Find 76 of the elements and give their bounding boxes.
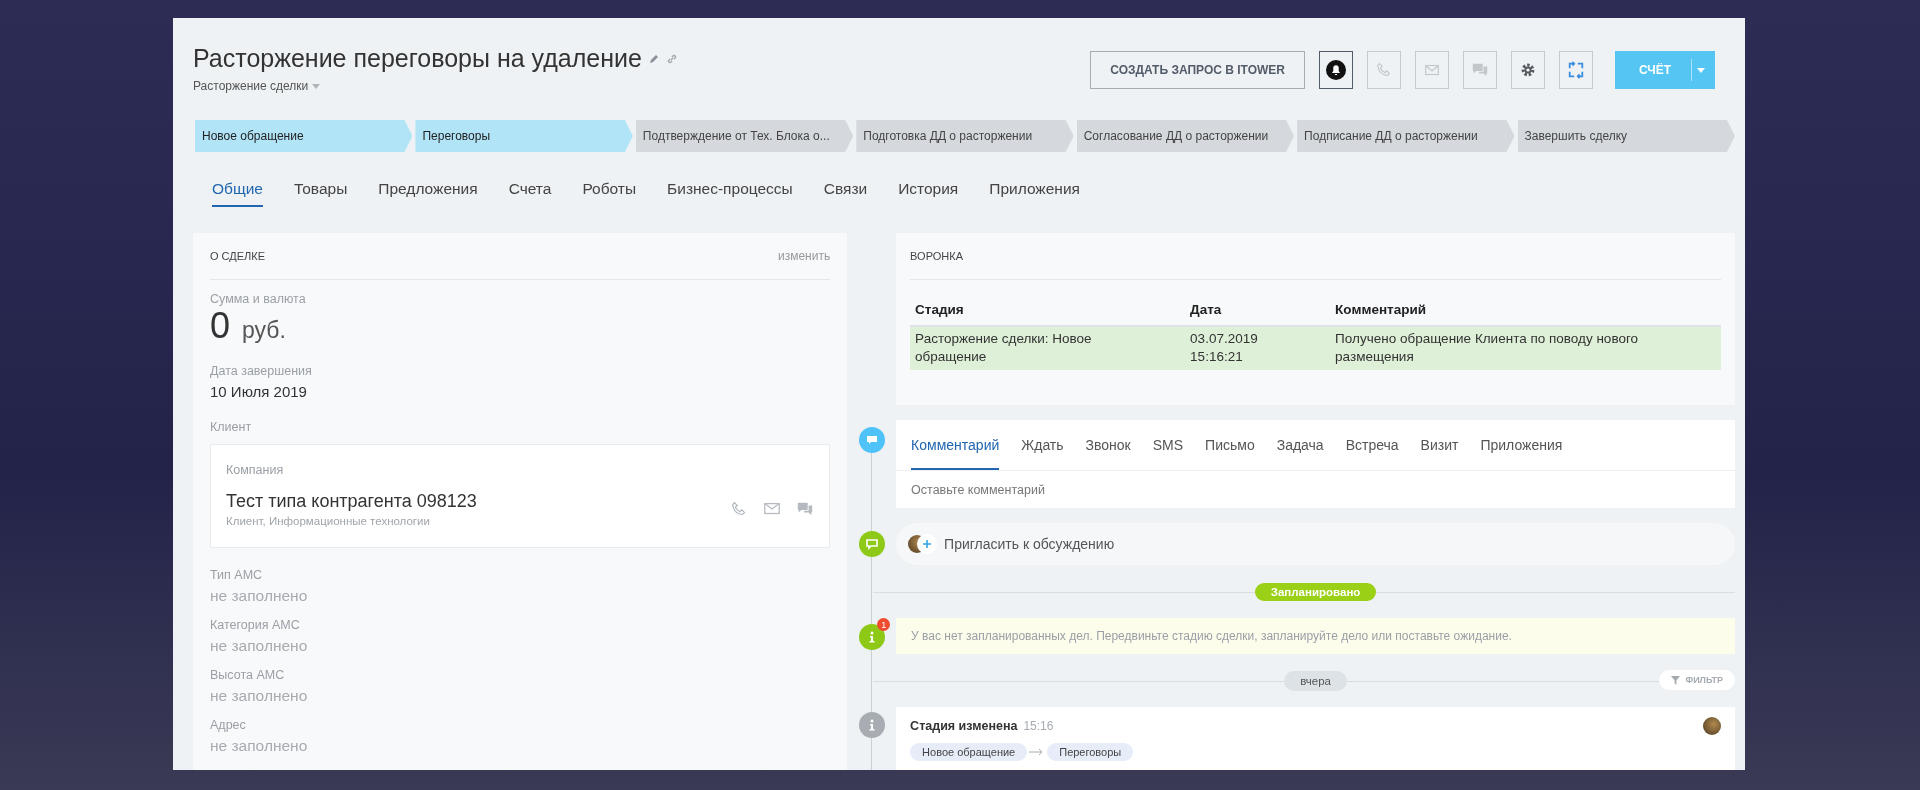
event-title: Стадия изменена [910,719,1018,733]
table-cell-text: 03.07.2019 15:16:21 [1190,330,1259,366]
bell-icon [1326,60,1346,80]
field-value: не заполнено [210,587,308,605]
company-name[interactable]: Тест типа контрагента 098123 [226,491,477,512]
field-value: не заполнено [210,637,308,655]
field-label: Клиент [210,420,252,434]
field-label: Тип АМС [210,568,263,582]
section-tab[interactable]: Счета [508,180,552,205]
company-description: Клиент, Информационные технологии [226,515,430,527]
settings-button[interactable] [1511,51,1545,89]
table-cell-text: Получено обращение Клиента по поводу нового размещения [1335,330,1640,366]
activity-tab[interactable]: Встреча [1345,420,1399,470]
day-label: вчера [1284,670,1347,691]
field-label: Адрес [210,718,246,732]
chat-button[interactable] [1463,51,1497,89]
create-request-button[interactable]: СОЗДАТЬ ЗАПРОС В ITOWER [1090,51,1305,89]
stage-step[interactable]: Завершить сделку [1517,120,1735,152]
section-tab[interactable]: Общие [212,180,263,207]
event-time: 15:16 [1023,719,1054,733]
stage-step[interactable]: Переговоры [415,120,633,152]
activity-tab[interactable]: SMS [1152,420,1184,470]
card-title: О СДЕЛКЕ [210,250,266,262]
section-tab[interactable]: Предложения [378,180,478,205]
invite-label: Пригласить к обсуждению [944,536,1115,552]
bell-button[interactable] [1319,51,1353,89]
field-value: не заполнено [210,687,308,705]
pencil-icon[interactable] [647,52,660,65]
phone-icon [1375,61,1393,79]
caret-icon[interactable] [312,83,321,89]
filter-icon [1671,675,1681,685]
section-tab[interactable]: Связи [823,180,868,205]
planned-label: Запланировано [1254,582,1377,601]
caret-icon[interactable] [1697,67,1705,73]
notification-badge: 1 [877,618,891,631]
avatar-icon [1703,717,1721,735]
frame-arrows-icon [1567,61,1585,79]
section-tab[interactable]: Товары [293,180,348,205]
card-title: ВОРОНКА [910,250,963,262]
field-label: Сумма и валюта [210,292,306,306]
add-user-icon [908,534,937,554]
invite-bar[interactable]: Пригласить к обсуждению [896,523,1735,565]
stage-tag: Переговоры [1047,743,1134,761]
section-tab[interactable]: Роботы [582,180,637,205]
client-type: Компания [226,463,284,477]
settings-icon [1520,62,1536,78]
amount-value: 0 [210,306,231,346]
stage-step[interactable]: Подготовка ДД о расторжении [856,120,1074,152]
notice-text: У вас нет запланированных дел. Передвиньте стадию сделки, запланируйте дело или поставьте ожидание. [911,629,1512,643]
activity-tab[interactable]: Письмо [1205,420,1255,470]
currency-label: руб. [242,316,286,345]
stage-step[interactable]: Подтверждение от Тех. Блока о... [635,120,854,152]
mail-button[interactable] [1415,51,1449,89]
field-label: Дата завершения [210,364,312,378]
field-value: не заполнено [210,737,308,755]
stage-tag: Новое обращение [910,743,1028,761]
field-value: 10 Июля 2019 [210,383,307,400]
activity-tab[interactable]: Приложения [1480,420,1563,470]
table-cell-text: Расторжение сделки: Новое обращение [915,330,1093,366]
deal-title: Расторжение переговоры на удаление [193,44,642,73]
section-tab[interactable]: Приложения [989,180,1080,205]
stage-step[interactable]: Подписание ДД о расторжении [1297,120,1515,152]
section-tab[interactable]: Бизнес-процессы [667,180,793,205]
field-label: Категория АМС [210,618,300,632]
phone-button[interactable] [1367,51,1401,89]
activity-tab[interactable]: Звонок [1085,420,1131,470]
stage-step[interactable]: Новое обращение [195,120,413,152]
activity-tab[interactable]: Задача [1276,420,1324,470]
field-label: Высота АМС [210,668,285,682]
category-dropdown[interactable]: Расторжение сделки [193,79,321,93]
stage-step[interactable]: Согласование ДД о расторжении [1076,120,1295,152]
link-icon[interactable] [665,52,678,65]
activity-tab[interactable]: Ждать [1021,420,1064,470]
section-tab[interactable]: История [898,180,959,205]
expand-button[interactable] [1559,51,1593,89]
activity-tab[interactable]: Визит [1420,420,1459,470]
